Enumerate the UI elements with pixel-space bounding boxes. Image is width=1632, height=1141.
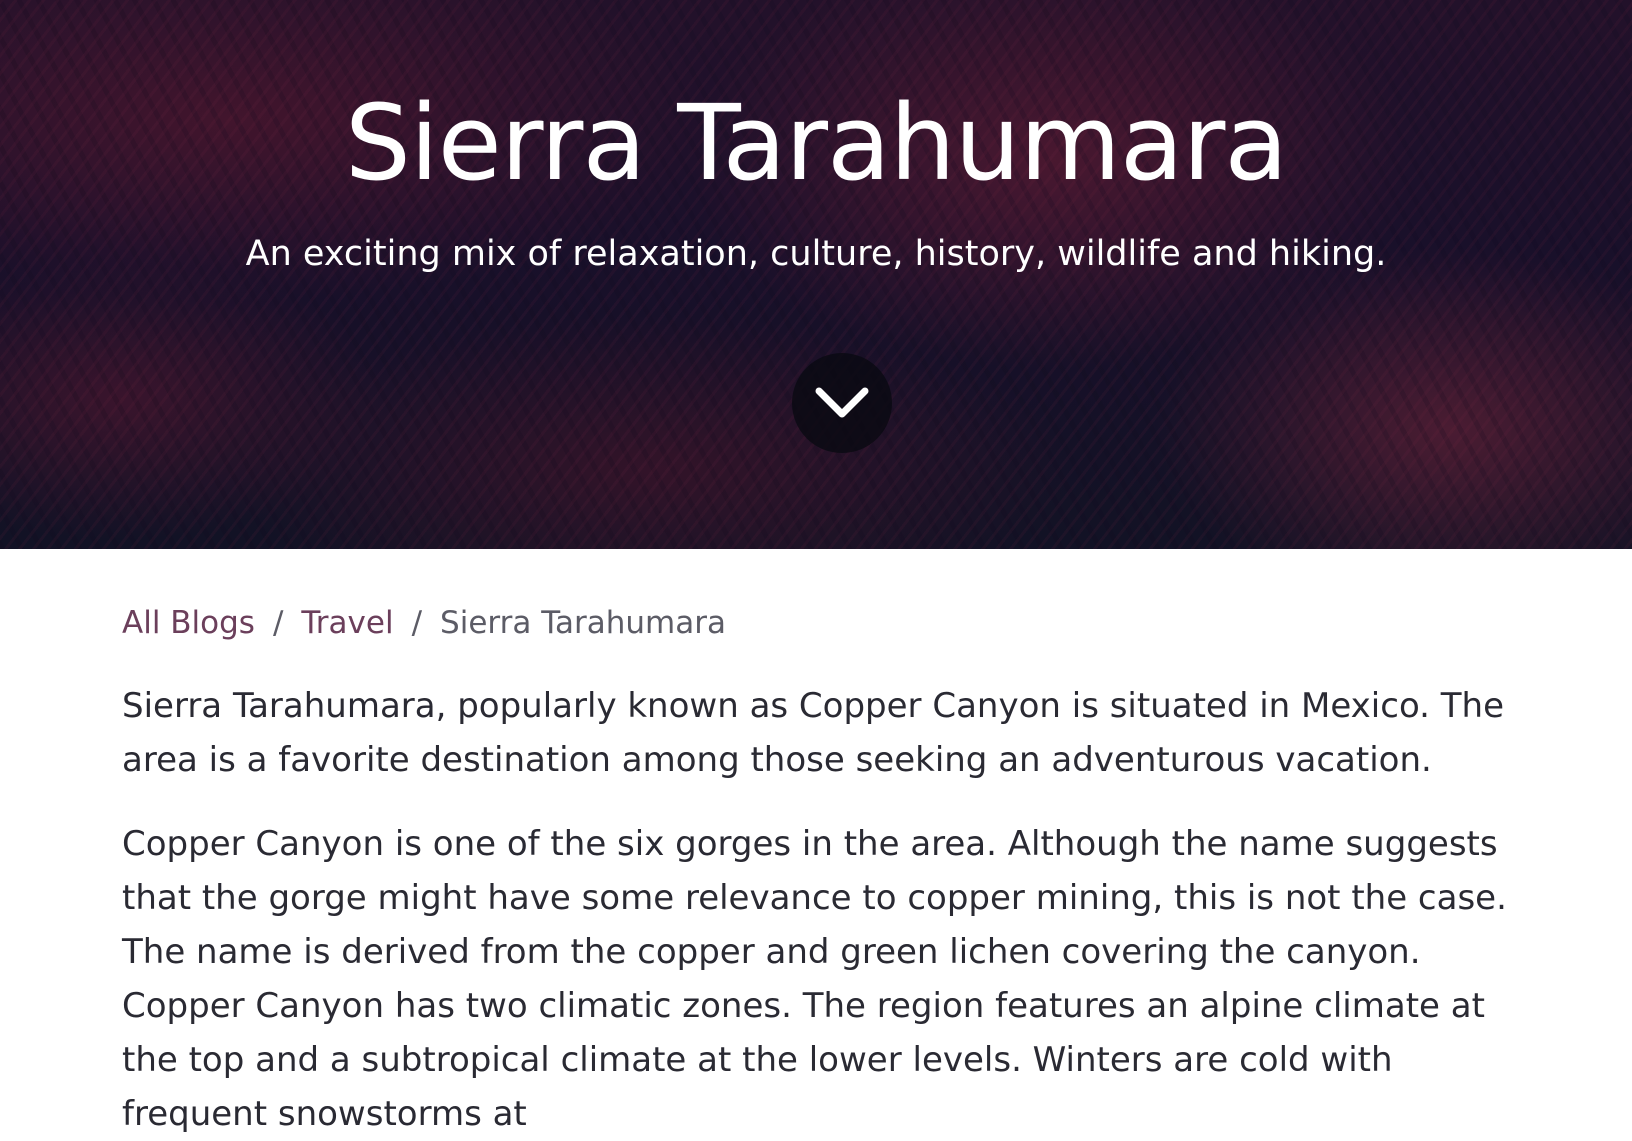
breadcrumb-separator: /	[411, 605, 423, 641]
scroll-down-button[interactable]	[792, 353, 892, 453]
breadcrumb-separator: /	[272, 605, 284, 641]
hero-banner: Sierra Tarahumara An exciting mix of rel…	[0, 0, 1632, 549]
breadcrumb-current: Sierra Tarahumara	[440, 605, 726, 641]
breadcrumb: All Blogs / Travel / Sierra Tarahumara	[122, 601, 1542, 645]
page-title: Sierra Tarahumara	[344, 82, 1288, 204]
blog-article: Sierra Tarahumara, popularly known as Co…	[122, 679, 1542, 1141]
chevron-down-icon	[815, 387, 869, 418]
article-paragraph: Sierra Tarahumara, popularly known as Co…	[122, 686, 1504, 780]
article-paragraph: Copper Canyon is one of the six gorges i…	[122, 824, 1507, 1134]
page-subtitle: An exciting mix of relaxation, culture, …	[245, 234, 1387, 274]
breadcrumb-link-travel[interactable]: Travel	[301, 605, 393, 641]
breadcrumb-link-all-blogs[interactable]: All Blogs	[122, 605, 255, 641]
main-content: All Blogs / Travel / Sierra Tarahumara Sierr…	[122, 549, 1542, 1141]
